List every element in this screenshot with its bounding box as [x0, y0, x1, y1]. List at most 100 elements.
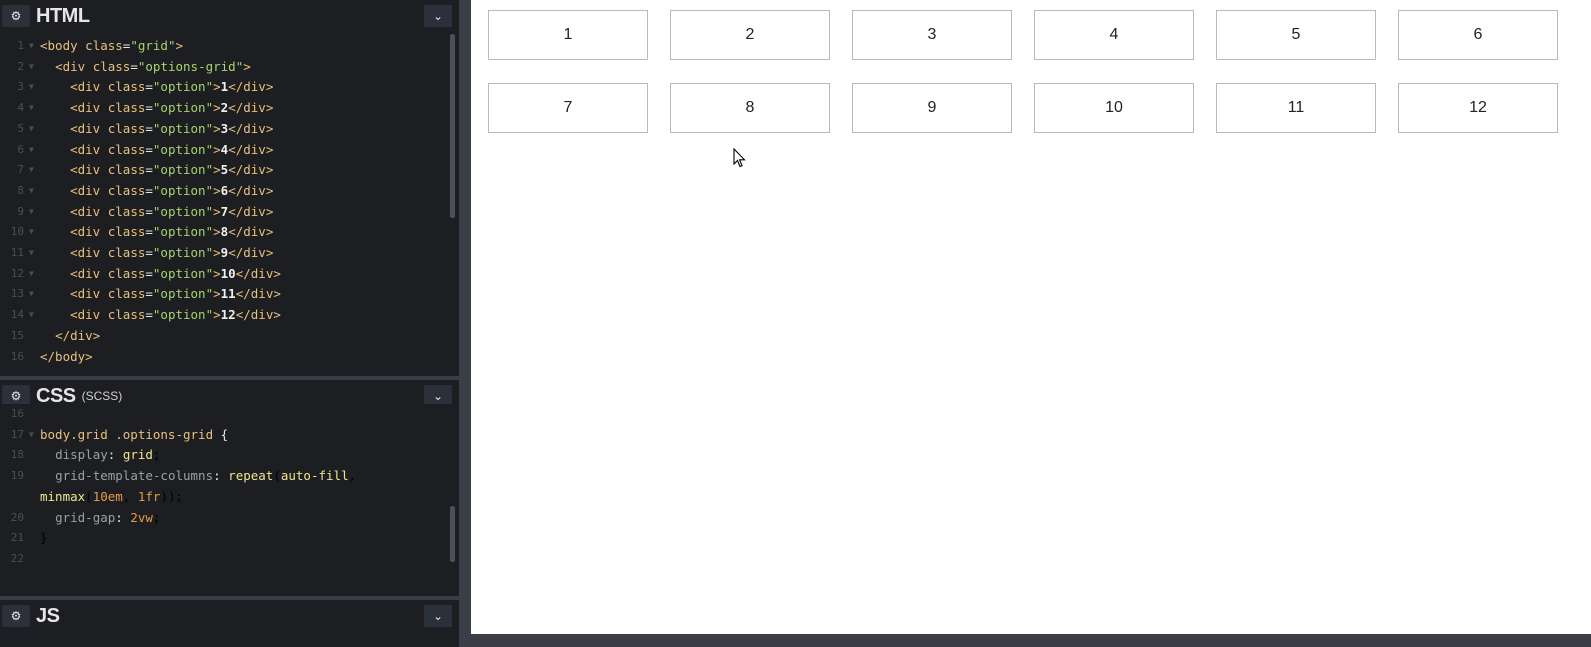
code-text: } — [40, 530, 48, 546]
option-box: 10 — [1034, 83, 1194, 133]
fold-arrow-icon[interactable]: ▼ — [29, 36, 34, 56]
js-collapse-chevron-down-icon[interactable]: ⌄ — [424, 605, 452, 627]
fold-arrow-icon[interactable]: ▼ — [29, 305, 34, 325]
line-number: 12 — [10, 266, 24, 280]
line-number: 18 — [10, 448, 24, 462]
css-code-editor[interactable]: 16 17 ▼ body.grid .options-grid {18 display… — [0, 404, 459, 586]
html-code-line: 15 </div> — [0, 326, 459, 346]
html-panel-header: ⚙ HTML ⌄ — [0, 0, 459, 32]
fold-arrow-icon[interactable]: ▼ — [29, 98, 34, 118]
line-number: 16 — [10, 349, 24, 363]
css-code-line: 20 grid-gap: 2vw; — [0, 508, 459, 528]
option-box: 4 — [1034, 10, 1194, 60]
mouse-pointer-icon — [733, 148, 746, 168]
code-text: <div class="option">1</div> — [70, 79, 274, 95]
option-box: 6 — [1398, 10, 1558, 60]
line-number: 20 — [10, 510, 24, 524]
editor-column: ⚙ HTML ⌄ 1 ▼ <body class="grid"> 2 ▼ <div cl… — [0, 0, 459, 647]
html-code-line: 13 ▼ <div class="option">11</div> — [0, 284, 459, 304]
html-collapse-chevron-down-icon[interactable]: ⌄ — [424, 5, 452, 27]
html-code-line: 5 ▼ <div class="option">3</div> — [0, 119, 459, 139]
fold-arrow-icon[interactable]: ▼ — [29, 119, 34, 139]
html-code-line: 1 ▼ <body class="grid"> — [0, 36, 459, 56]
option-box: 8 — [670, 83, 830, 133]
html-panel-title: HTML — [36, 4, 90, 27]
html-code-line: 12 ▼ <div class="option">10</div> — [0, 264, 459, 284]
line-number: 22 — [10, 551, 24, 565]
fold-arrow-icon[interactable]: ▼ — [29, 160, 34, 180]
html-editor-scrollbar[interactable] — [450, 34, 455, 218]
line-number: 16 — [10, 407, 24, 420]
line-number: 13 — [10, 287, 24, 301]
fold-arrow-icon[interactable]: ▼ — [29, 264, 34, 284]
html-code-line: 11 ▼ <div class="option">9</div> — [0, 243, 459, 263]
html-code-line: 6 ▼ <div class="option">4</div> — [0, 140, 459, 160]
option-box: 11 — [1216, 83, 1376, 133]
code-text: <div class="option">12</div> — [70, 307, 281, 323]
line-number: 19 — [10, 469, 24, 483]
js-panel-header: ⚙ JS ⌄ — [0, 600, 459, 632]
js-settings-gear-icon[interactable]: ⚙ — [2, 605, 30, 627]
fold-arrow-icon[interactable]: ▼ — [29, 284, 34, 304]
html-code-line: 8 ▼ <div class="option">6</div> — [0, 181, 459, 201]
css-code-line: minmax(10em, 1fr)); — [0, 487, 459, 507]
option-box: 9 — [852, 83, 1012, 133]
line-number: 10 — [10, 225, 24, 239]
code-text: <div class="option">11</div> — [70, 286, 281, 302]
code-text: grid-template-columns: repeat(auto-fill, — [55, 468, 357, 484]
fold-arrow-icon[interactable]: ▼ — [29, 222, 34, 242]
code-text: minmax(10em, 1fr)); — [40, 488, 184, 504]
result-preview: 1 2 3 4 5 6 7 8 9 10 11 12 — [471, 0, 1591, 634]
editor-preview-resizer[interactable] — [459, 0, 471, 647]
html-code-line: 10 ▼ <div class="option">8</div> — [0, 222, 459, 242]
line-number: 17 — [10, 427, 24, 441]
code-text: <div class="option">5</div> — [70, 162, 274, 178]
code-text: </div> — [55, 327, 101, 343]
code-text: <body class="grid"> — [40, 38, 184, 53]
fold-arrow-icon[interactable]: ▼ — [29, 57, 34, 77]
html-code-line: 2 ▼ <div class="options-grid"> — [0, 57, 459, 77]
code-text: <div class="option">2</div> — [70, 100, 274, 116]
css-editor-scrollbar[interactable] — [450, 506, 455, 562]
option-box: 2 — [670, 10, 830, 60]
html-settings-gear-icon[interactable]: ⚙ — [2, 5, 30, 27]
option-box: 12 — [1398, 83, 1558, 133]
css-code-line: 17 ▼ body.grid .options-grid { — [0, 425, 459, 445]
fold-arrow-icon[interactable]: ▼ — [29, 202, 34, 222]
html-code-line: 9 ▼ <div class="option">7</div> — [0, 202, 459, 222]
html-code-line: 7 ▼ <div class="option">5</div> — [0, 160, 459, 180]
html-code-line: 14 ▼ <div class="option">12</div> — [0, 305, 459, 325]
option-box: 3 — [852, 10, 1012, 60]
fold-arrow-icon[interactable]: ▼ — [29, 140, 34, 160]
line-number: 8 — [17, 183, 24, 197]
fold-arrow-icon[interactable]: ▼ — [29, 77, 34, 97]
code-text: <div class="option">6</div> — [70, 182, 274, 198]
code-text: <div class="option">4</div> — [70, 141, 274, 157]
line-number: 15 — [10, 328, 24, 342]
line-number: 6 — [17, 142, 24, 156]
code-text: <div class="option">3</div> — [70, 120, 274, 136]
fold-arrow-icon[interactable]: ▼ — [29, 181, 34, 201]
code-text: <div class="option">7</div> — [70, 203, 274, 219]
css-code-line: 21} — [0, 528, 459, 548]
fold-arrow-icon[interactable]: ▼ — [29, 425, 34, 445]
fold-arrow-icon[interactable]: ▼ — [29, 243, 34, 263]
option-box: 7 — [488, 83, 648, 133]
html-code-line: 16 </body> — [0, 347, 459, 367]
code-text: <div class="option">10</div> — [70, 265, 281, 281]
line-number: 7 — [17, 163, 24, 177]
line-number: 11 — [10, 246, 24, 259]
html-code-editor[interactable]: 1 ▼ <body class="grid"> 2 ▼ <div class="opti… — [0, 36, 459, 372]
code-text: <div class="option">9</div> — [70, 245, 274, 260]
code-text: display: grid; — [55, 447, 161, 463]
code-text: grid-gap: 2vw; — [55, 509, 161, 525]
css-code-line: 18 display: grid; — [0, 445, 459, 465]
line-number: 2 — [17, 59, 24, 73]
line-number: 5 — [17, 121, 24, 135]
css-code-line: 19 grid-template-columns: repeat(auto-fi… — [0, 466, 459, 486]
js-panel-title: JS — [36, 604, 60, 627]
preview-bottom-bar — [471, 634, 1591, 647]
line-number: 21 — [10, 531, 24, 545]
line-number: 3 — [17, 80, 24, 94]
css-code-line: 16 — [0, 404, 459, 424]
